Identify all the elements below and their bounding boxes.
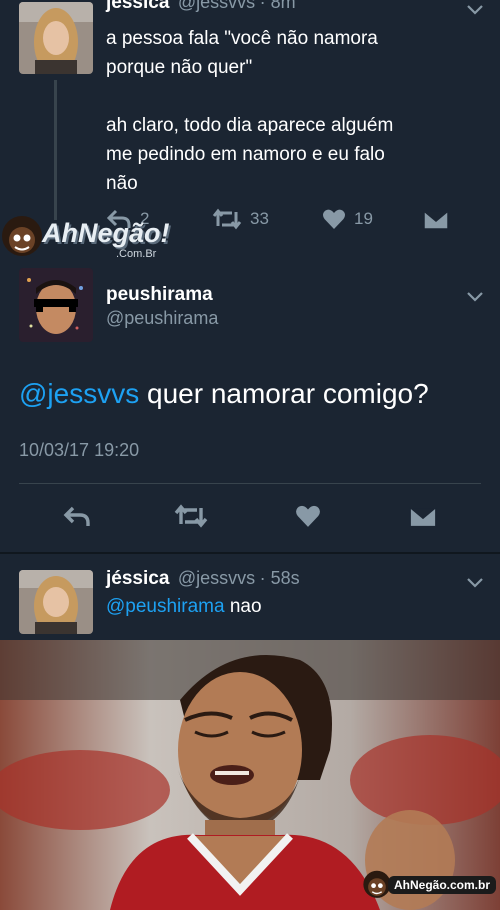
heart-icon[interactable] <box>295 504 321 528</box>
author-handle[interactable]: @peushirama <box>106 308 218 329</box>
thread-separator <box>0 552 500 554</box>
reaction-photo: AhNegão.com.br <box>0 640 500 910</box>
tweet-peushirama: peushirama @peushirama @jessvvs quer nam… <box>0 258 500 550</box>
avatar-peushirama[interactable] <box>19 268 93 342</box>
tweet-line: ah claro, todo dia aparece alguém <box>106 115 394 136</box>
watermark-logo: AhNegão! .Com.Br <box>0 206 170 266</box>
avatar-jessica[interactable] <box>19 2 93 74</box>
chevron-down-icon[interactable] <box>466 4 484 16</box>
like-count: 19 <box>354 209 373 228</box>
watermark-brand: AhNegão! <box>42 218 170 248</box>
author-name[interactable]: jessica <box>106 0 169 13</box>
tweet-body: @peushirama nao <box>106 596 262 618</box>
chevron-down-icon[interactable] <box>466 291 484 303</box>
tweet-line: porque não quer" <box>106 57 253 78</box>
watermark-url: AhNegão.com.br <box>388 876 497 894</box>
chevron-down-icon[interactable] <box>466 577 484 589</box>
retweet-count: 33 <box>250 209 269 228</box>
tweet-header: jéssica @jessvvs · 58s <box>106 568 300 590</box>
tweet-line: a pessoa fala "você não namora <box>106 28 378 49</box>
tweet-text: quer namorar comigo? <box>139 378 429 409</box>
tweet-time[interactable]: · 8m <box>260 0 296 12</box>
tweet-header: jessica @jessvvs · 8m <box>106 0 296 14</box>
reply-icon[interactable] <box>62 504 92 528</box>
retweet-icon <box>212 208 242 230</box>
divider <box>19 483 481 484</box>
author-name[interactable]: jéssica <box>106 568 169 589</box>
watermark-badge: AhNegão.com.br <box>362 870 497 902</box>
like-action[interactable]: 19 <box>322 208 373 230</box>
tweet-body: @jessvvs quer namorar comigo? <box>19 378 429 410</box>
tweet-text: nao <box>224 596 262 617</box>
message-icon[interactable] <box>423 210 449 230</box>
mention-link[interactable]: @jessvvs <box>19 378 139 409</box>
tweet-time[interactable]: · 58s <box>260 568 300 588</box>
retweet-action[interactable]: 33 <box>212 208 269 230</box>
retweet-icon[interactable] <box>174 504 208 528</box>
tweet-line: me pedindo em namoro e eu falo <box>106 144 385 165</box>
thread-line <box>54 80 57 220</box>
mention-link[interactable]: @peushirama <box>106 596 225 617</box>
author-handle[interactable]: @jessvvs <box>178 568 255 588</box>
author-handle[interactable]: @jessvvs <box>178 0 255 12</box>
tweet-body: a pessoa fala "você não namora porque nã… <box>106 24 486 198</box>
message-icon[interactable] <box>409 506 437 528</box>
reaction-photo-image <box>0 640 500 910</box>
author-name[interactable]: peushirama <box>106 284 213 306</box>
tweet-line: não <box>106 173 138 194</box>
tweet-timestamp[interactable]: 10/03/17 19:20 <box>19 440 139 461</box>
tweet-jessica-2: jéssica @jessvvs · 58s @peushirama nao <box>0 556 500 640</box>
heart-icon <box>322 209 346 229</box>
avatar-jessica[interactable] <box>19 570 93 634</box>
